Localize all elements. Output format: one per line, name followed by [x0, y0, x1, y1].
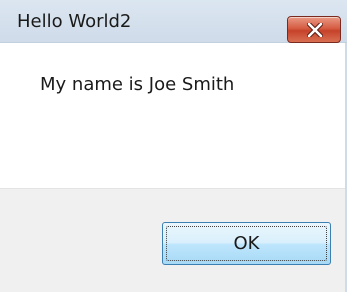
ok-button-label: OK [233, 233, 260, 254]
close-button[interactable] [287, 16, 341, 43]
message-box-window: Hello World2 My name is Joe Smith OK [0, 0, 347, 292]
close-icon [307, 23, 323, 37]
message-text: My name is Joe Smith [40, 74, 235, 95]
title-bar[interactable]: Hello World2 [0, 0, 347, 43]
message-area [0, 43, 347, 188]
window-title: Hello World2 [17, 11, 132, 32]
ok-button[interactable]: OK [162, 222, 331, 265]
